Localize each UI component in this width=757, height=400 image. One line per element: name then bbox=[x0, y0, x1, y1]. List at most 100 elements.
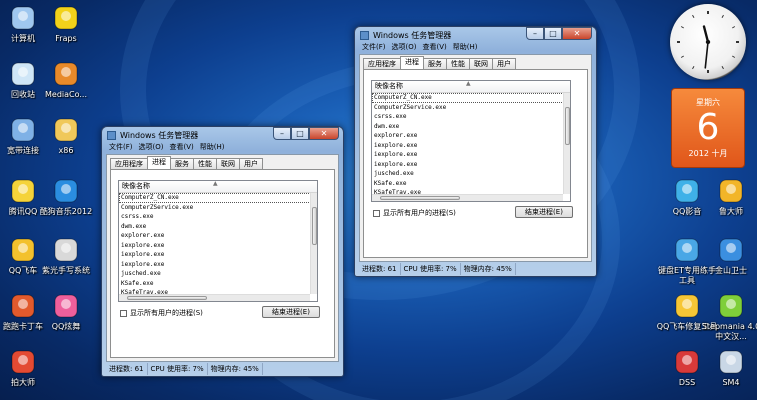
desktop-icon-camera[interactable]: 拍大师 bbox=[0, 348, 54, 388]
status-bar: 进程数: 61 CPU 使用率: 7% 物理内存: 45% bbox=[359, 263, 592, 275]
process-row[interactable]: explorer.exe bbox=[372, 131, 570, 141]
status-cpu-usage: CPU 使用率: 7% bbox=[401, 263, 461, 275]
horizontal-scrollbar[interactable] bbox=[119, 294, 310, 301]
kart-icon bbox=[11, 294, 35, 318]
process-row[interactable]: ComputerZService.exe bbox=[119, 203, 317, 213]
desktop-icon-label: 拍大师 bbox=[11, 378, 35, 387]
menu-file[interactable]: 文件(F) bbox=[106, 142, 136, 153]
process-row[interactable]: iexplore.exe bbox=[372, 141, 570, 151]
image-name-column-header[interactable]: 映像名称 ▲ bbox=[119, 181, 317, 193]
desktop-icon-handwriting[interactable]: 紫光手写系统 bbox=[35, 236, 97, 276]
end-process-button[interactable]: 结束进程(E) bbox=[515, 206, 573, 218]
task-manager-window-left[interactable]: Windows 任务管理器 – □ ✕ 文件(F) 选项(O) 查看(V) 帮助… bbox=[101, 126, 344, 377]
horizontal-scrollbar[interactable] bbox=[372, 194, 563, 201]
tab-applications[interactable]: 应用程序 bbox=[363, 58, 401, 69]
tab-strip: 应用程序 进程 服务 性能 联网 用户 bbox=[110, 156, 263, 169]
minimize-button[interactable]: – bbox=[273, 127, 291, 140]
menu-options[interactable]: 选项(O) bbox=[136, 142, 167, 153]
fraps-icon bbox=[54, 6, 78, 30]
desktop-icon-qq-dance[interactable]: QQ炫舞 bbox=[35, 292, 97, 332]
desktop-icon-kugou[interactable]: 酷狗音乐2012 bbox=[35, 177, 97, 217]
desktop-icon-label: 金山卫士 bbox=[715, 266, 747, 275]
process-row[interactable]: iexplore.exe bbox=[119, 241, 317, 251]
process-row[interactable]: dwm.exe bbox=[372, 122, 570, 132]
close-button[interactable]: ✕ bbox=[562, 27, 592, 40]
process-rows: ComputerZ_CN.exe ComputerZService.exe csrs… bbox=[372, 93, 570, 201]
camera-icon bbox=[11, 350, 35, 374]
maximize-button[interactable]: □ bbox=[291, 127, 309, 140]
show-all-users-checkbox[interactable] bbox=[120, 309, 127, 317]
tab-networking[interactable]: 联网 bbox=[469, 58, 493, 69]
clock-gadget[interactable] bbox=[670, 4, 746, 80]
desktop-icon-stepmania[interactable]: Stepmania 4.0中文汉... bbox=[700, 292, 757, 342]
image-name-column-header[interactable]: 映像名称 ▲ bbox=[372, 81, 570, 93]
menu-file[interactable]: 文件(F) bbox=[359, 42, 389, 53]
folder-icon bbox=[54, 118, 78, 142]
calendar-day: 6 bbox=[696, 107, 720, 148]
show-all-users-option[interactable]: 显示所有用户的进程(S) bbox=[373, 208, 456, 218]
network-icon bbox=[11, 118, 35, 142]
show-all-users-option[interactable]: 显示所有用户的进程(S) bbox=[120, 308, 203, 318]
tab-performance[interactable]: 性能 bbox=[193, 158, 217, 169]
process-list[interactable]: 映像名称 ▲ ComputerZ_CN.exe ComputerZService.… bbox=[118, 180, 318, 302]
process-row[interactable]: ComputerZService.exe bbox=[372, 103, 570, 113]
tab-processes[interactable]: 进程 bbox=[400, 56, 424, 69]
end-process-button[interactable]: 结束进程(E) bbox=[262, 306, 320, 318]
sort-arrow-icon: ▲ bbox=[466, 80, 471, 87]
process-row[interactable]: iexplore.exe bbox=[372, 160, 570, 170]
tab-applications[interactable]: 应用程序 bbox=[110, 158, 148, 169]
process-row[interactable]: ComputerZ_CN.exe bbox=[119, 193, 317, 203]
tab-processes[interactable]: 进程 bbox=[147, 156, 171, 169]
process-row[interactable]: iexplore.exe bbox=[119, 250, 317, 260]
process-row[interactable]: iexplore.exe bbox=[119, 260, 317, 270]
desktop-icon-folder[interactable]: x86 bbox=[35, 116, 97, 156]
scroll-thumb[interactable] bbox=[127, 296, 207, 300]
stepmania-icon bbox=[719, 294, 743, 318]
show-all-users-checkbox[interactable] bbox=[373, 209, 380, 217]
menu-view[interactable]: 查看(V) bbox=[166, 142, 196, 153]
minimize-button[interactable]: – bbox=[526, 27, 544, 40]
close-button[interactable]: ✕ bbox=[309, 127, 339, 140]
clock-face-icon bbox=[677, 11, 739, 73]
tab-services[interactable]: 服务 bbox=[423, 58, 447, 69]
process-row[interactable]: KSafe.exe bbox=[372, 179, 570, 189]
task-manager-window-right[interactable]: Windows 任务管理器 – □ ✕ 文件(F) 选项(O) 查看(V) 帮助… bbox=[354, 26, 597, 277]
process-row[interactable]: iexplore.exe bbox=[372, 150, 570, 160]
scroll-thumb[interactable] bbox=[380, 196, 460, 200]
scroll-thumb[interactable] bbox=[565, 107, 570, 145]
tab-networking[interactable]: 联网 bbox=[216, 158, 240, 169]
desktop-icon-ludashi[interactable]: 鲁大师 bbox=[700, 177, 757, 217]
desktop-icon-fraps[interactable]: Fraps bbox=[35, 4, 97, 44]
process-row[interactable]: jusched.exe bbox=[119, 269, 317, 279]
maximize-button[interactable]: □ bbox=[544, 27, 562, 40]
process-row[interactable]: csrss.exe bbox=[119, 212, 317, 222]
handwriting-icon bbox=[54, 238, 78, 262]
process-row[interactable]: dwm.exe bbox=[119, 222, 317, 232]
process-list[interactable]: 映像名称 ▲ ComputerZ_CN.exe ComputerZService.… bbox=[371, 80, 571, 202]
tab-users[interactable]: 用户 bbox=[239, 158, 263, 169]
qq-player-icon bbox=[675, 179, 699, 203]
tab-performance[interactable]: 性能 bbox=[446, 58, 470, 69]
media-player-icon bbox=[54, 62, 78, 86]
scroll-thumb[interactable] bbox=[312, 207, 317, 245]
vertical-scrollbar[interactable] bbox=[563, 93, 570, 194]
desktop-icon-sm4[interactable]: SM4 bbox=[700, 348, 757, 388]
menu-view[interactable]: 查看(V) bbox=[419, 42, 449, 53]
process-row[interactable]: jusched.exe bbox=[372, 169, 570, 179]
process-row[interactable]: csrss.exe bbox=[372, 112, 570, 122]
vertical-scrollbar[interactable] bbox=[310, 193, 317, 294]
menu-options[interactable]: 选项(O) bbox=[389, 42, 420, 53]
process-row[interactable]: ComputerZ_CN.exe bbox=[372, 93, 570, 103]
process-row[interactable]: KSafe.exe bbox=[119, 279, 317, 289]
qq-icon bbox=[11, 179, 35, 203]
desktop-icon-media-player[interactable]: MediaCo... bbox=[35, 60, 97, 100]
desktop-icon-shield[interactable]: 金山卫士 bbox=[700, 236, 757, 276]
status-bar: 进程数: 61 CPU 使用率: 7% 物理内存: 45% bbox=[106, 363, 339, 375]
calendar-gadget[interactable]: 星期六 6 2012 十月 bbox=[671, 88, 745, 168]
computer-icon bbox=[11, 6, 35, 30]
menu-help[interactable]: 帮助(H) bbox=[197, 142, 228, 153]
process-row[interactable]: explorer.exe bbox=[119, 231, 317, 241]
tab-users[interactable]: 用户 bbox=[492, 58, 516, 69]
menu-help[interactable]: 帮助(H) bbox=[450, 42, 481, 53]
tab-services[interactable]: 服务 bbox=[170, 158, 194, 169]
